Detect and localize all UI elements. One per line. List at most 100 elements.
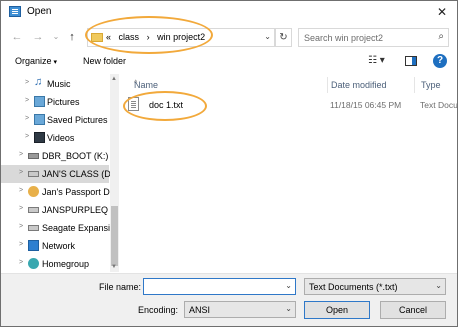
pictures-icon <box>34 96 45 107</box>
close-button[interactable]: ✕ <box>427 1 457 23</box>
search-placeholder: Search win project2 <box>304 33 384 43</box>
title-bar: Open ✕ <box>1 1 457 23</box>
open-dialog: Open ✕ ← → ⌄ ↑ « class › win project2 ⌄ … <box>0 0 458 327</box>
column-header-date-label: Date modified <box>331 80 387 90</box>
encoding-value: ANSI <box>189 305 211 315</box>
sort-ascending-icon: ^ <box>134 80 138 87</box>
nav-item-label: JANSPURPLEQ (L:) <box>42 205 119 215</box>
chevron-right-icon[interactable]: > <box>25 79 29 86</box>
chevron-down-icon[interactable]: ⌄ <box>285 304 292 313</box>
chevron-right-icon[interactable]: > <box>19 205 23 212</box>
column-header-name[interactable]: Name ^ <box>128 77 328 93</box>
file-name: doc 1.txt <box>149 100 184 110</box>
caret-down-icon: ▾ <box>53 59 58 66</box>
nav-item-videos[interactable]: > Videos <box>1 129 109 147</box>
nav-item-label: Homegroup <box>42 259 90 269</box>
command-bar: Organize ▾ New folder ☷ ▾ ? <box>1 51 457 73</box>
refresh-button[interactable]: ↻ <box>275 28 292 47</box>
nav-item-label: DBR_BOOT (K:) <box>42 151 109 161</box>
breadcrumb-separator[interactable]: › <box>147 32 150 42</box>
organize-label: Organize <box>15 56 52 66</box>
usb-drive-icon <box>28 171 39 177</box>
chevron-right-icon[interactable]: > <box>19 151 23 158</box>
column-header-date[interactable]: Date modified <box>325 77 415 93</box>
breadcrumb: « class › win project2 <box>106 32 210 42</box>
chevron-right-icon[interactable]: > <box>19 259 23 266</box>
text-file-icon <box>128 97 139 111</box>
nav-item-music[interactable]: > Music <box>1 75 109 93</box>
chevron-right-icon[interactable]: > <box>19 223 23 230</box>
file-name-field[interactable]: ⌄ <box>143 278 296 295</box>
nav-item-pictures[interactable]: > Pictures <box>1 93 109 111</box>
file-list: Name ^ Date modified Type doc 1.txt 11/1… <box>123 74 458 272</box>
recent-locations-button[interactable]: ⌄ <box>49 29 63 45</box>
scroll-down-icon[interactable]: ▼ <box>111 264 117 270</box>
chevron-down-icon[interactable]: ⌄ <box>264 32 271 41</box>
chevron-right-icon[interactable]: > <box>25 97 29 104</box>
pictures-icon <box>34 114 45 125</box>
nav-item-saved-pictures[interactable]: > Saved Pictures <box>1 111 109 129</box>
file-date: 11/18/15 06:45 PM <box>330 100 402 110</box>
organize-button[interactable]: Organize ▾ <box>15 56 57 66</box>
breadcrumb-item-win-project2[interactable]: win project2 <box>157 32 205 42</box>
scroll-up-icon[interactable]: ▲ <box>111 76 117 82</box>
dialog-icon <box>9 6 21 17</box>
chevron-right-icon[interactable]: > <box>19 187 23 194</box>
column-header-name-label: Name <box>134 80 159 90</box>
breadcrumb-item-class[interactable]: class <box>119 32 140 42</box>
nav-item-dbr-boot[interactable]: > DBR_BOOT (K:) <box>1 147 109 165</box>
nav-item-jans-class[interactable]: > JAN'S CLASS (D: <box>1 165 113 183</box>
cancel-button[interactable]: Cancel <box>380 301 446 319</box>
up-button[interactable]: ↑ <box>65 29 79 45</box>
nav-item-label: Seagate Expansio <box>42 223 116 233</box>
network-icon <box>28 240 39 251</box>
encoding-select[interactable]: ANSI ⌄ <box>184 301 296 318</box>
search-input[interactable]: Search win project2 ⌕ <box>298 28 449 47</box>
homegroup-icon <box>28 258 39 269</box>
nav-item-label: Saved Pictures <box>47 115 108 125</box>
view-options-icon[interactable]: ☷ ▾ <box>368 55 385 66</box>
new-folder-button[interactable]: New folder <box>83 56 126 66</box>
encoding-label: Encoding: <box>138 305 179 315</box>
nav-item-jans-passport[interactable]: > Jan's Passport Dr <box>1 183 113 201</box>
folder-icon <box>91 33 103 42</box>
chevron-down-icon[interactable]: ⌄ <box>435 281 442 290</box>
column-header-type[interactable]: Type <box>415 77 457 93</box>
nav-item-label: Videos <box>47 133 75 143</box>
dialog-title: Open <box>27 6 52 17</box>
file-name-label: File name: <box>99 282 142 292</box>
chevron-down-icon[interactable]: ⌄ <box>285 281 292 290</box>
navigation-scrollbar[interactable]: ▲ ▼ <box>110 74 119 272</box>
music-icon <box>34 76 45 89</box>
help-icon[interactable]: ? <box>433 54 447 68</box>
open-button[interactable]: Open <box>304 301 370 319</box>
file-type-filter[interactable]: Text Documents (*.txt) ⌄ <box>304 278 446 295</box>
preview-pane-icon[interactable] <box>405 56 417 66</box>
file-type: Text Docu <box>420 100 458 110</box>
person-icon <box>28 186 39 197</box>
nav-item-label: JAN'S CLASS (D: <box>42 169 114 179</box>
navigation-bar: ← → ⌄ ↑ « class › win project2 ⌄ ↻ Searc… <box>1 25 457 49</box>
scrollbar-thumb[interactable] <box>111 206 118 266</box>
nav-item-seagate[interactable]: > Seagate Expansio <box>1 219 115 237</box>
usb-drive-icon <box>28 225 39 231</box>
breadcrumb-overflow[interactable]: « <box>106 32 111 42</box>
nav-item-label: Jan's Passport Dr <box>42 187 113 197</box>
chevron-right-icon[interactable]: > <box>25 133 29 140</box>
address-bar[interactable]: « class › win project2 ⌄ <box>87 28 275 47</box>
search-icon: ⌕ <box>438 31 444 42</box>
usb-drive-icon <box>28 207 39 213</box>
chevron-right-icon[interactable]: > <box>25 115 29 122</box>
forward-button[interactable]: → <box>31 29 45 45</box>
column-header-type-label: Type <box>421 80 441 90</box>
file-row[interactable]: doc 1.txt 11/18/15 06:45 PM Text Docu <box>123 96 458 114</box>
nav-item-janspurpleq[interactable]: > JANSPURPLEQ (L:) <box>1 201 119 219</box>
chevron-right-icon[interactable]: > <box>19 241 23 248</box>
nav-item-label: Network <box>42 241 76 251</box>
nav-item-label: Pictures <box>47 97 80 107</box>
chevron-right-icon[interactable]: > <box>19 169 23 176</box>
nav-item-network[interactable]: > Network <box>1 237 109 255</box>
back-button[interactable]: ← <box>10 29 24 45</box>
nav-item-homegroup[interactable]: > Homegroup <box>1 255 109 272</box>
dialog-footer: File name: ⌄ Text Documents (*.txt) ⌄ En… <box>1 273 457 326</box>
